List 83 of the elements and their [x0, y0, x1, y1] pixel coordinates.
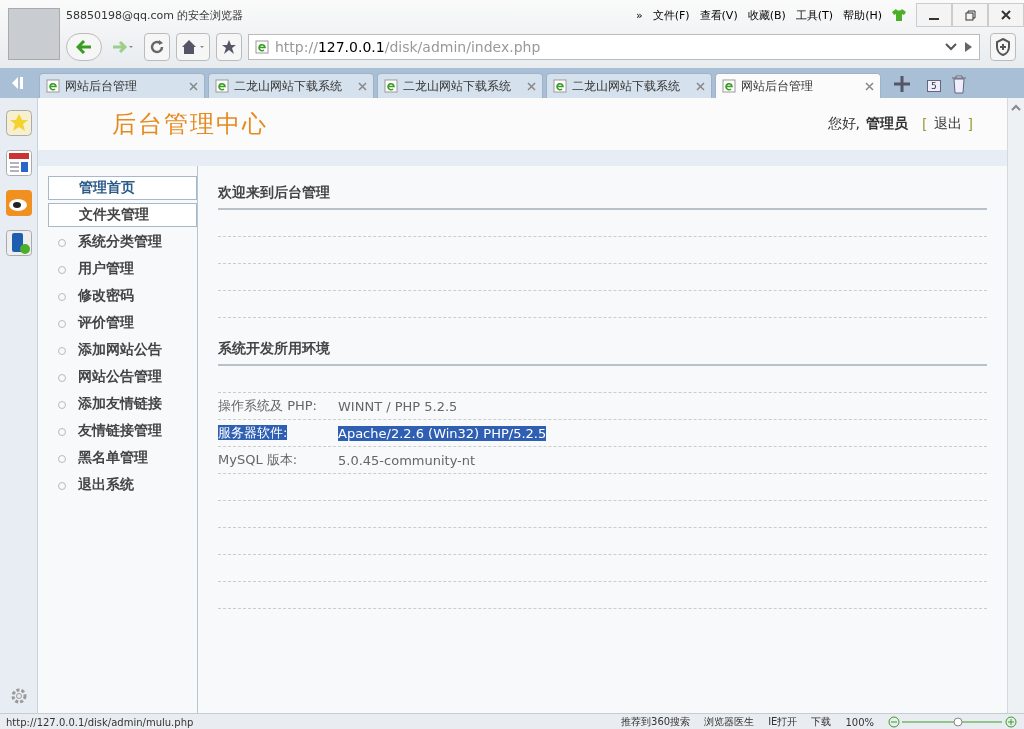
refresh-button[interactable] [144, 33, 170, 61]
home-icon [181, 39, 205, 55]
env-label: 操作系统及 PHP: [218, 398, 317, 413]
eye-logo-icon[interactable] [5, 190, 32, 216]
star-icon [221, 39, 237, 55]
account-label: 58850198@qq.com 的安全浏览器 [66, 7, 245, 23]
site-title: 后台管理中心 [112, 109, 269, 140]
zoom-slider-icon[interactable] [888, 716, 1018, 728]
page-icon [553, 79, 567, 93]
minimize-button[interactable] [916, 3, 952, 27]
menu-item[interactable]: 收藏(B) [747, 7, 786, 23]
status-button[interactable]: 浏览器医生 [704, 715, 755, 729]
close-button[interactable] [988, 3, 1024, 27]
forward-arrow-icon [112, 40, 134, 54]
page-icon [255, 40, 269, 54]
greeting-text: 您好, [827, 115, 861, 133]
menu-item[interactable]: 查看(V) [699, 7, 738, 23]
menu-link[interactable]: 用户管理 [48, 257, 197, 281]
restore-icon [964, 9, 976, 21]
minimize-icon [929, 18, 939, 20]
news-icon[interactable] [5, 150, 32, 176]
menu-link[interactable]: 网站公告管理 [48, 365, 197, 389]
env-value: Apache/2.2.6 (Win32) PHP/5.2.5 [338, 425, 547, 441]
status-url: http://127.0.0.1/disk/admin/mulu.php [6, 716, 195, 728]
page-icon [384, 79, 398, 93]
close-tab-icon[interactable] [527, 81, 536, 91]
user-name: 管理员 [866, 115, 909, 133]
dropdown-icon[interactable] [945, 42, 957, 52]
page-icon [46, 79, 60, 93]
logout-link[interactable]: 退出 [933, 115, 962, 133]
menu-item[interactable]: » [635, 8, 643, 22]
settings-icon[interactable] [9, 687, 28, 705]
close-tab-icon[interactable] [696, 81, 705, 91]
section-title: 系统开发所用环境 [218, 336, 987, 366]
status-button[interactable]: 下载 [811, 715, 832, 729]
browser-tab[interactable]: 二龙山网站下载系统 [377, 73, 543, 98]
refresh-icon [149, 39, 165, 55]
menu-item[interactable]: 帮助(H) [843, 7, 882, 23]
menu-link[interactable]: 修改密码 [48, 284, 197, 308]
browser-tab[interactable]: 二龙山网站下载系统 [546, 73, 712, 98]
back-arrow-icon [76, 40, 92, 54]
trash-icon[interactable] [949, 74, 968, 94]
section-title: 欢迎来到后台管理 [218, 180, 987, 210]
env-value: WINNT / PHP 5.2.5 [338, 398, 458, 414]
bracket-text: ] [967, 116, 973, 132]
shield-icon [995, 38, 1011, 56]
close-tab-icon[interactable] [189, 81, 198, 91]
menu-link[interactable]: 添加网站公告 [48, 338, 197, 362]
page-icon [215, 79, 229, 93]
shirt-icon[interactable] [892, 9, 906, 21]
go-icon[interactable] [963, 42, 973, 52]
shield-button[interactable] [990, 33, 1016, 61]
close-tab-icon[interactable] [358, 81, 367, 91]
env-label: MySQL 版本: [218, 452, 298, 467]
menu-link[interactable]: 文件夹管理 [48, 203, 197, 227]
tab-count-icon[interactable]: 5 [927, 80, 941, 92]
menu-item[interactable]: 文件(F) [652, 7, 690, 23]
zoom-level[interactable]: 100% [845, 716, 874, 728]
menu-link[interactable]: 系统分类管理 [48, 230, 197, 254]
menu-item[interactable]: 工具(T) [795, 7, 834, 23]
menu-link[interactable]: 黑名单管理 [48, 446, 197, 470]
status-button[interactable]: IE打开 [768, 715, 798, 729]
env-value: 5.0.45-community-nt [338, 452, 476, 468]
menu-link[interactable]: 退出系统 [48, 473, 197, 497]
browser-tab[interactable]: 网站后台管理 [39, 73, 205, 98]
browser-tab[interactable]: 二龙山网站下载系统 [208, 73, 374, 98]
bracket-text: [ [922, 116, 928, 132]
favorite-button[interactable] [216, 33, 242, 61]
home-button[interactable] [176, 33, 210, 61]
browser-tab[interactable]: 网站后台管理 [715, 73, 881, 98]
menu-link[interactable]: 评价管理 [48, 311, 197, 335]
menu-link[interactable]: 添加友情链接 [48, 392, 197, 416]
status-button[interactable]: 推荐到360搜索 [621, 715, 691, 729]
address-field[interactable]: http://127.0.0.1/disk/admin/index.php [248, 34, 980, 60]
phone-icon[interactable] [5, 230, 32, 256]
back-button[interactable] [66, 33, 102, 61]
menu-link[interactable]: 友情链接管理 [48, 419, 197, 443]
scrollbar[interactable] [1007, 98, 1024, 713]
close-icon [1001, 10, 1011, 20]
page-icon [722, 79, 736, 93]
menu-link[interactable]: 管理首页 [48, 176, 197, 200]
env-label: 服务器软件: [218, 425, 288, 440]
close-tab-icon[interactable] [865, 81, 874, 91]
